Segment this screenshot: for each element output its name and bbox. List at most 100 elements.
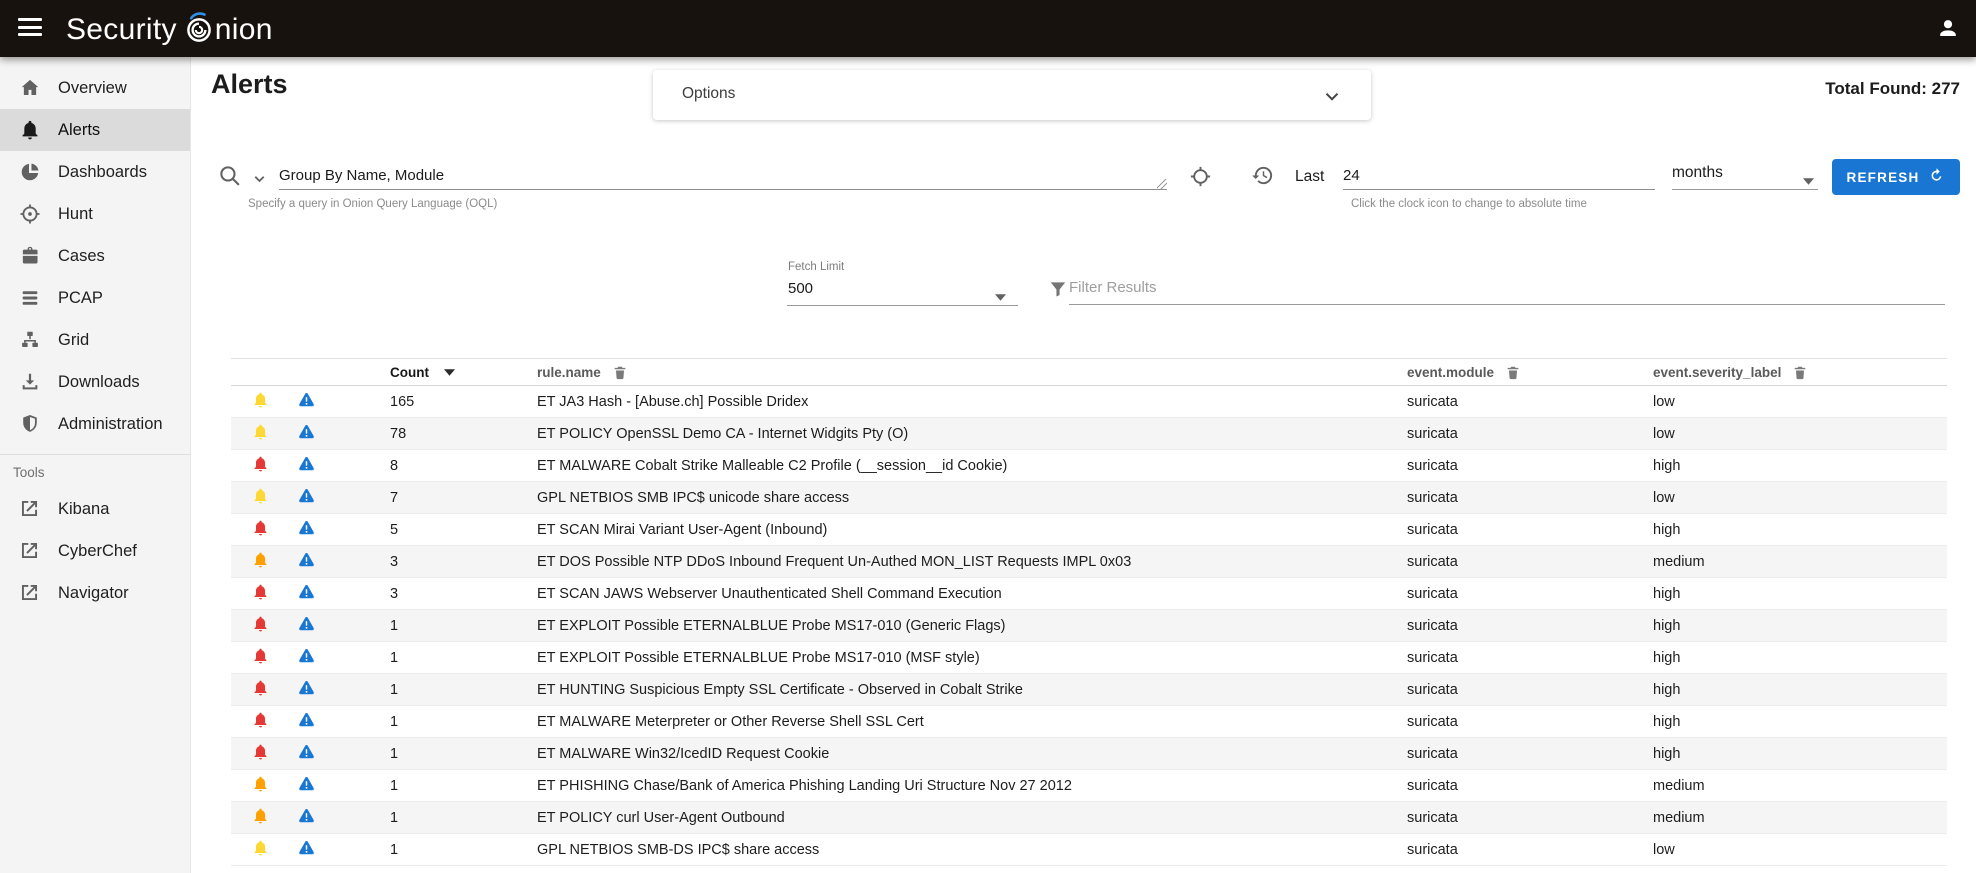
sidebar-item-administration[interactable]: Administration <box>0 403 190 445</box>
severity-bell-icon[interactable] <box>252 423 269 445</box>
severity-bell-icon[interactable] <box>252 583 269 605</box>
severity-cell: low <box>1645 426 1947 442</box>
rule-name-cell: ET POLICY OpenSSL Demo CA - Internet Wid… <box>525 426 1395 442</box>
sidebar-item-hunt[interactable]: Hunt <box>0 193 190 235</box>
rule-name-cell: ET PHISHING Chase/Bank of America Phishi… <box>525 778 1395 794</box>
column-header-rule-name[interactable]: rule.name <box>525 364 1395 381</box>
module-cell: suricata <box>1395 554 1645 570</box>
severity-bell-icon[interactable] <box>252 647 269 669</box>
severity-bell-icon[interactable] <box>252 679 269 701</box>
severity-bell-icon[interactable] <box>252 743 269 765</box>
rule-name-cell: ET MALWARE Cobalt Strike Malleable C2 Pr… <box>525 458 1395 474</box>
column-header-count[interactable]: Count <box>335 365 525 380</box>
total-found-label: Total Found: 277 <box>1825 79 1960 99</box>
main-content: Alerts Options Total Found: 277 <box>191 57 1976 873</box>
alert-triangle-icon[interactable] <box>297 487 316 509</box>
table-row[interactable]: 1 ET POLICY curl User-Agent Outbound sur… <box>231 802 1947 834</box>
dropdown-arrow-icon <box>1803 172 1814 190</box>
column-header-event-module[interactable]: event.module <box>1395 364 1645 381</box>
severity-cell: low <box>1645 394 1947 410</box>
alert-triangle-icon[interactable] <box>297 615 316 637</box>
filter-results-input[interactable] <box>1069 270 1945 305</box>
query-input[interactable] <box>279 161 1167 190</box>
table-row[interactable]: 1 ET MALWARE Meterpreter or Other Revers… <box>231 706 1947 738</box>
severity-bell-icon[interactable] <box>252 455 269 477</box>
resize-grip-icon[interactable] <box>1157 179 1167 189</box>
severity-bell-icon[interactable] <box>252 519 269 541</box>
severity-bell-icon[interactable] <box>252 839 269 861</box>
table-row[interactable]: 165 ET JA3 Hash - [Abuse.ch] Possible Dr… <box>231 386 1947 418</box>
table-row[interactable]: 1 GPL NETBIOS SMB-DS IPC$ share access s… <box>231 834 1947 866</box>
alert-triangle-icon[interactable] <box>297 583 316 605</box>
alert-triangle-icon[interactable] <box>297 807 316 829</box>
alerts-table-header: Count rule.name event.module <box>231 358 1947 386</box>
table-row[interactable]: 7 GPL NETBIOS SMB IPC$ unicode share acc… <box>231 482 1947 514</box>
table-row[interactable]: 8 ET MALWARE Cobalt Strike Malleable C2 … <box>231 450 1947 482</box>
table-row[interactable]: 1 ET EXPLOIT Possible ETERNALBLUE Probe … <box>231 610 1947 642</box>
count-cell: 3 <box>335 586 525 602</box>
alert-triangle-icon[interactable] <box>297 455 316 477</box>
sidebar-item-label: Downloads <box>58 373 140 392</box>
table-row[interactable]: 1 ET MALWARE Win32/IcedID Request Cookie… <box>231 738 1947 770</box>
severity-bell-icon[interactable] <box>252 487 269 509</box>
column-header-event-severity[interactable]: event.severity_label <box>1645 364 1947 381</box>
alert-triangle-icon[interactable] <box>297 423 316 445</box>
rule-name-cell: GPL NETBIOS SMB-DS IPC$ share access <box>525 842 1395 858</box>
module-cell: suricata <box>1395 682 1645 698</box>
remove-column-icon[interactable] <box>612 364 628 381</box>
actions-target-icon[interactable] <box>1189 165 1212 193</box>
rule-name-cell: ET JA3 Hash - [Abuse.ch] Possible Dridex <box>525 394 1395 410</box>
severity-bell-icon[interactable] <box>252 551 269 573</box>
alert-triangle-icon[interactable] <box>297 551 316 573</box>
severity-bell-icon[interactable] <box>252 391 269 413</box>
table-row[interactable]: 1 ET HUNTING Suspicious Empty SSL Certif… <box>231 674 1947 706</box>
alert-triangle-icon[interactable] <box>297 679 316 701</box>
severity-bell-icon[interactable] <box>252 615 269 637</box>
severity-bell-icon[interactable] <box>252 711 269 733</box>
menu-icon[interactable] <box>18 18 42 38</box>
fetch-limit-select[interactable]: Fetch Limit 500 <box>787 257 1018 306</box>
sidebar-divider <box>0 454 190 455</box>
severity-bell-icon[interactable] <box>252 775 269 797</box>
sidebar-item-pcap[interactable]: PCAP <box>0 277 190 319</box>
alert-triangle-icon[interactable] <box>297 743 316 765</box>
sidebar-item-dashboards[interactable]: Dashboards <box>0 151 190 193</box>
table-row[interactable]: 1 ET PHISHING Chase/Bank of America Phis… <box>231 770 1947 802</box>
sidebar-item-downloads[interactable]: Downloads <box>0 361 190 403</box>
table-row[interactable]: 78 ET POLICY OpenSSL Demo CA - Internet … <box>231 418 1947 450</box>
remove-column-icon[interactable] <box>1505 364 1521 381</box>
query-presets-chevron-icon[interactable] <box>251 170 268 192</box>
sidebar-item-kibana[interactable]: Kibana <box>0 488 190 530</box>
table-row[interactable]: 1 ET EXPLOIT Possible ETERNALBLUE Probe … <box>231 642 1947 674</box>
briefcase-icon <box>19 245 41 267</box>
table-row[interactable]: 3 ET DOS Possible NTP DDoS Inbound Frequ… <box>231 546 1947 578</box>
alert-triangle-icon[interactable] <box>297 775 316 797</box>
table-row[interactable]: 5 ET SCAN Mirai Variant User-Agent (Inbo… <box>231 514 1947 546</box>
alert-triangle-icon[interactable] <box>297 391 316 413</box>
sidebar-item-label: Cases <box>58 247 105 266</box>
time-unit-select[interactable]: months <box>1672 161 1818 190</box>
options-expander[interactable]: Options <box>653 70 1371 120</box>
dropdown-arrow-icon <box>995 288 1006 306</box>
alert-triangle-icon[interactable] <box>297 711 316 733</box>
rule-name-cell: ET MALWARE Meterpreter or Other Reverse … <box>525 714 1395 730</box>
sidebar-item-alerts[interactable]: Alerts <box>0 109 190 151</box>
time-value-input[interactable] <box>1343 161 1655 190</box>
remove-column-icon[interactable] <box>1792 364 1808 381</box>
alert-triangle-icon[interactable] <box>297 647 316 669</box>
sidebar-item-grid[interactable]: Grid <box>0 319 190 361</box>
alert-triangle-icon[interactable] <box>297 839 316 861</box>
module-cell: suricata <box>1395 426 1645 442</box>
alert-triangle-icon[interactable] <box>297 519 316 541</box>
refresh-button[interactable]: REFRESH <box>1832 159 1960 195</box>
severity-bell-icon[interactable] <box>252 807 269 829</box>
table-row[interactable]: 3 ET SCAN JAWS Webserver Unauthenticated… <box>231 578 1947 610</box>
history-clock-icon[interactable] <box>1251 164 1274 192</box>
sidebar-item-cyberchef[interactable]: CyberChef <box>0 530 190 572</box>
count-cell: 8 <box>335 458 525 474</box>
user-icon[interactable] <box>1936 16 1960 40</box>
sidebar-item-overview[interactable]: Overview <box>0 67 190 109</box>
refresh-icon <box>1928 167 1945 187</box>
sidebar-item-cases[interactable]: Cases <box>0 235 190 277</box>
sidebar-item-navigator[interactable]: Navigator <box>0 572 190 614</box>
